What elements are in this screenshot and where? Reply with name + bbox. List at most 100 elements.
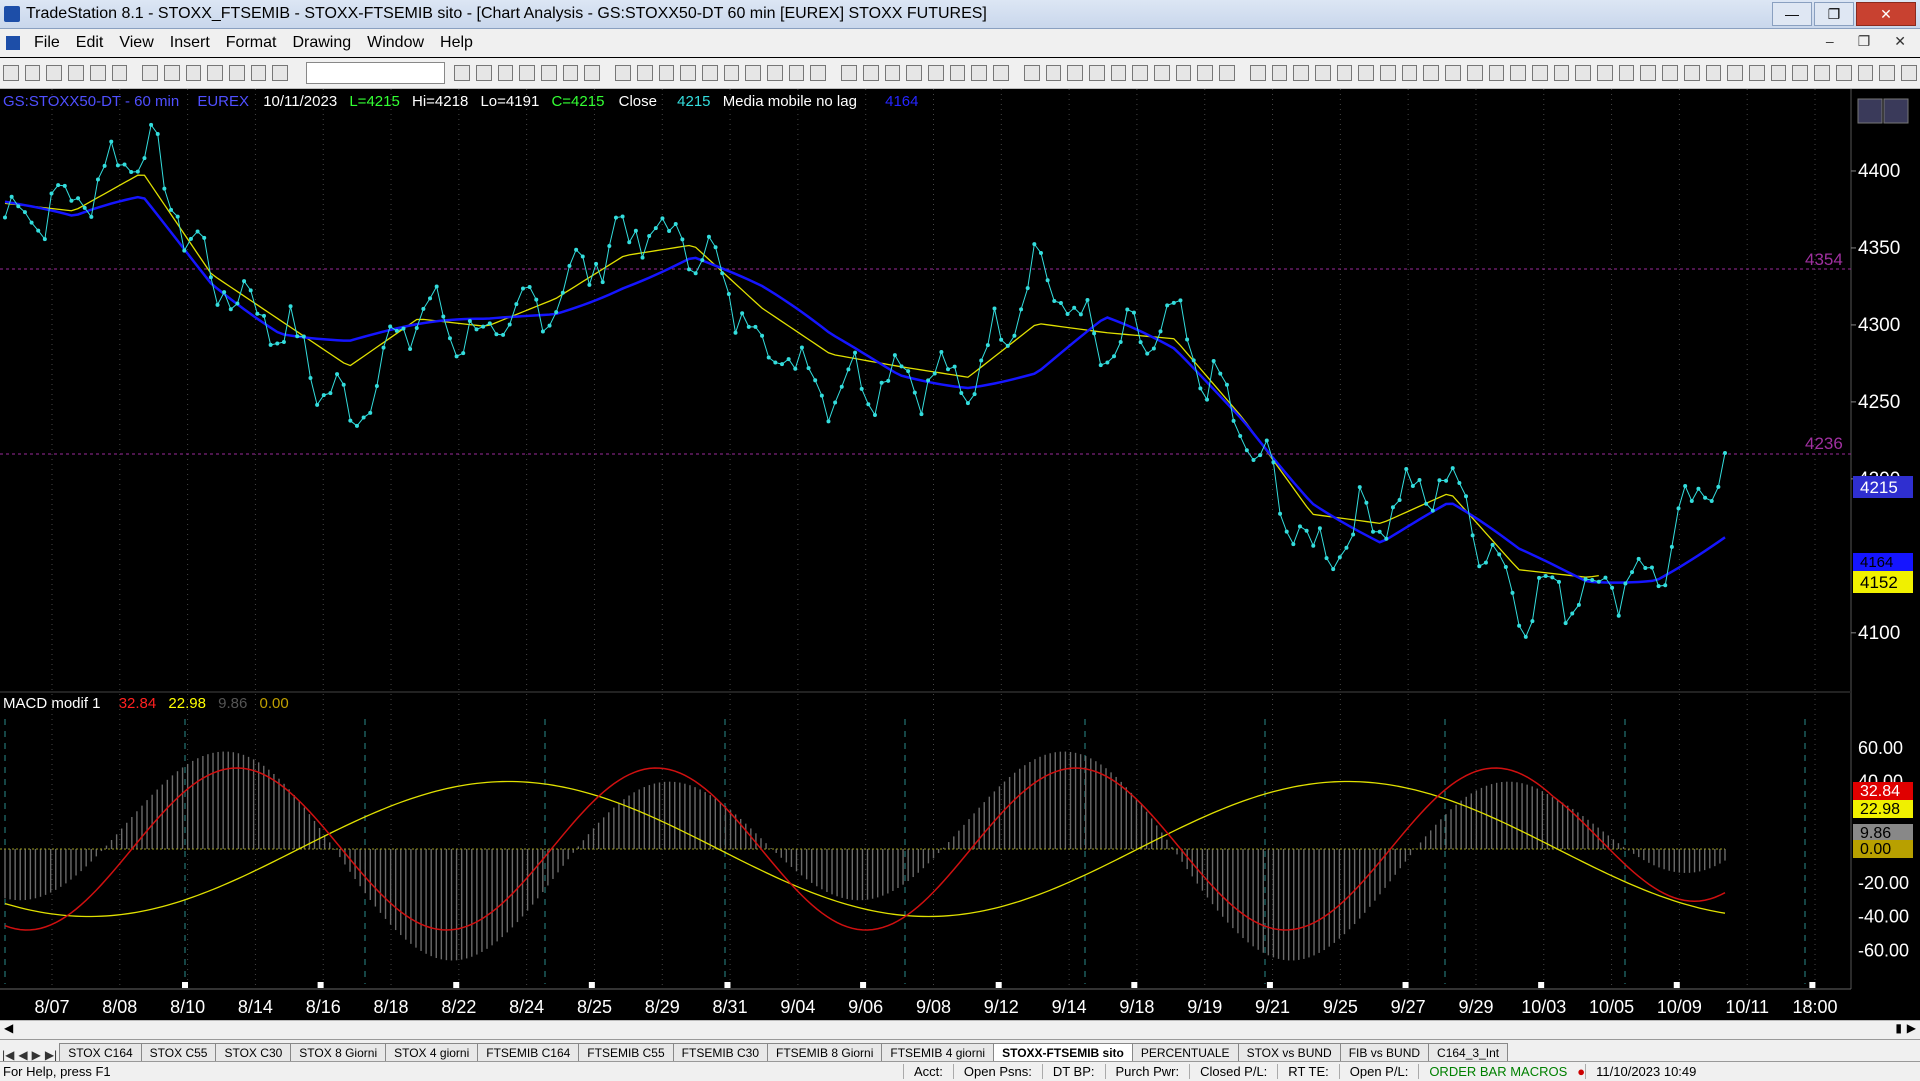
toolbar-tool-icon[interactable] <box>1336 65 1353 81</box>
toolbar-tool-icon[interactable] <box>680 65 696 81</box>
menu-insert[interactable]: Insert <box>162 34 218 52</box>
toolbar-tool-icon[interactable] <box>788 65 805 81</box>
workspace-tab[interactable]: FTSEMIB C30 <box>672 1043 769 1062</box>
toolbar-tool-icon[interactable] <box>163 65 180 81</box>
toolbar-tool-icon[interactable] <box>541 65 557 81</box>
toolbar-tool-icon[interactable] <box>1814 65 1830 81</box>
toolbar-tool-icon[interactable] <box>723 65 740 81</box>
workspace-tab[interactable]: STOX 4 giorni <box>385 1043 479 1062</box>
toolbar-tool-icon[interactable] <box>24 65 41 81</box>
pane-minimize-button[interactable] <box>1857 98 1883 124</box>
tab-next-icon[interactable]: ▶ <box>30 1048 43 1062</box>
toolbar-tool-icon[interactable] <box>1358 65 1375 81</box>
toolbar-tool-icon[interactable] <box>906 65 922 81</box>
toolbar-tool-icon[interactable] <box>1531 65 1548 81</box>
workspace-tab[interactable]: PERCENTUALE <box>1131 1043 1239 1062</box>
toolbar-tool-icon[interactable] <box>1314 65 1331 81</box>
toolbar-tool-icon[interactable] <box>68 65 84 81</box>
toolbar-tool-icon[interactable] <box>1575 65 1592 81</box>
toolbar-tool-icon[interactable] <box>1132 65 1149 81</box>
workspace-tab[interactable]: FTSEMIB C55 <box>578 1043 674 1062</box>
toolbar-tool-icon[interactable] <box>584 65 601 81</box>
toolbar-tool-icon[interactable] <box>1488 65 1505 81</box>
toolbar-tool-icon[interactable] <box>1553 65 1570 81</box>
toolbar-tool-icon[interactable] <box>1154 65 1170 81</box>
workspace-tab[interactable]: FTSEMIB C164 <box>477 1043 580 1062</box>
toolbar-tool-icon[interactable] <box>1640 65 1657 81</box>
toolbar-tool-icon[interactable] <box>1770 65 1787 81</box>
toolbar-tool-icon[interactable] <box>636 65 653 81</box>
menu-edit[interactable]: Edit <box>68 34 112 52</box>
toolbar-tool-icon[interactable] <box>1088 65 1105 81</box>
toolbar-tool-icon[interactable] <box>1067 65 1083 81</box>
horizontal-scrollbar[interactable]: ◀ ▮ ▶ <box>0 1020 1920 1039</box>
toolbar-tool-icon[interactable] <box>1662 65 1678 81</box>
toolbar-tool-icon[interactable] <box>89 65 106 81</box>
toolbar-tool-icon[interactable] <box>207 65 224 81</box>
toolbar-tool-icon[interactable] <box>1618 65 1635 81</box>
scroll-left-icon[interactable]: ◀ <box>4 1021 13 1035</box>
toolbar-tool-icon[interactable] <box>454 65 470 81</box>
menu-view[interactable]: View <box>111 34 161 52</box>
minimize-button[interactable]: — <box>1772 2 1812 26</box>
menu-window[interactable]: Window <box>359 34 432 52</box>
toolbar-tool-icon[interactable] <box>1749 65 1765 81</box>
tab-first-icon[interactable]: |◀ <box>0 1048 16 1062</box>
toolbar-tool-icon[interactable] <box>475 65 492 81</box>
toolbar-tool-icon[interactable] <box>884 65 901 81</box>
toolbar-tool-icon[interactable] <box>1219 65 1235 81</box>
workspace-tab[interactable]: C164_3_Int <box>1428 1043 1509 1062</box>
menu-drawing[interactable]: Drawing <box>284 34 359 52</box>
toolbar-tool-icon[interactable] <box>658 65 675 81</box>
toolbar-tool-icon[interactable] <box>701 65 718 81</box>
toolbar-tool-icon[interactable] <box>745 65 762 81</box>
toolbar-tool-icon[interactable] <box>1683 65 1700 81</box>
mdi-close-icon[interactable]: ✕ <box>1886 33 1914 50</box>
toolbar-tool-icon[interactable] <box>949 65 966 81</box>
tab-last-icon[interactable]: ▶| <box>43 1048 59 1062</box>
toolbar-tool-icon[interactable] <box>1857 65 1874 81</box>
toolbar-tool-icon[interactable] <box>971 65 988 81</box>
toolbar-tool-icon[interactable] <box>767 65 783 81</box>
toolbar-tool-icon[interactable] <box>810 65 827 81</box>
symbol-select[interactable] <box>306 62 446 84</box>
restore-button[interactable]: ❐ <box>1814 2 1854 26</box>
workspace-tab[interactable]: FIB vs BUND <box>1339 1043 1430 1062</box>
mdi-minimize-icon[interactable]: – <box>1818 33 1842 50</box>
close-button[interactable]: ✕ <box>1856 2 1916 26</box>
workspace-tab[interactable]: STOXX-FTSEMIB sito <box>993 1043 1133 1062</box>
toolbar-tool-icon[interactable] <box>1900 65 1917 81</box>
workspace-tab[interactable]: STOX C30 <box>215 1043 292 1062</box>
toolbar-tool-icon[interactable] <box>1401 65 1418 81</box>
toolbar-tool-icon[interactable] <box>993 65 1009 81</box>
toolbar-tool-icon[interactable] <box>1175 65 1192 81</box>
toolbar-tool-icon[interactable] <box>1197 65 1214 81</box>
menu-help[interactable]: Help <box>432 34 481 52</box>
menu-format[interactable]: Format <box>218 34 285 52</box>
toolbar-tool-icon[interactable] <box>3 65 19 81</box>
toolbar-tool-icon[interactable] <box>1466 65 1483 81</box>
chart-canvas[interactable]: GS:STOXX50-DT - 60 min EUREX 10/11/2023 … <box>0 89 1920 1019</box>
toolbar-tool-icon[interactable] <box>1271 65 1288 81</box>
pane-maximize-button[interactable] <box>1883 98 1909 124</box>
toolbar-tool-icon[interactable] <box>615 65 631 81</box>
toolbar-tool-icon[interactable] <box>1293 65 1309 81</box>
toolbar-tool-icon[interactable] <box>111 65 128 81</box>
toolbar-tool-icon[interactable] <box>497 65 514 81</box>
toolbar-tool-icon[interactable] <box>1705 65 1722 81</box>
toolbar-tool-icon[interactable] <box>1380 65 1396 81</box>
menu-file[interactable]: File <box>26 34 68 52</box>
toolbar-tool-icon[interactable] <box>1597 65 1613 81</box>
tab-prev-icon[interactable]: ◀ <box>16 1048 29 1062</box>
toolbar-tool-icon[interactable] <box>1023 65 1040 81</box>
toolbar-tool-icon[interactable] <box>1045 65 1062 81</box>
toolbar-tool-icon[interactable] <box>1510 65 1526 81</box>
menu-icon[interactable] <box>6 36 20 50</box>
toolbar-tool-icon[interactable] <box>185 65 202 81</box>
toolbar-tool-icon[interactable] <box>1835 65 1852 81</box>
toolbar-tool-icon[interactable] <box>841 65 857 81</box>
toolbar-tool-icon[interactable] <box>1423 65 1440 81</box>
workspace-tab[interactable]: FTSEMIB 4 giorni <box>881 1043 995 1062</box>
workspace-tab[interactable]: STOX vs BUND <box>1237 1043 1341 1062</box>
toolbar-tool-icon[interactable] <box>1110 65 1127 81</box>
